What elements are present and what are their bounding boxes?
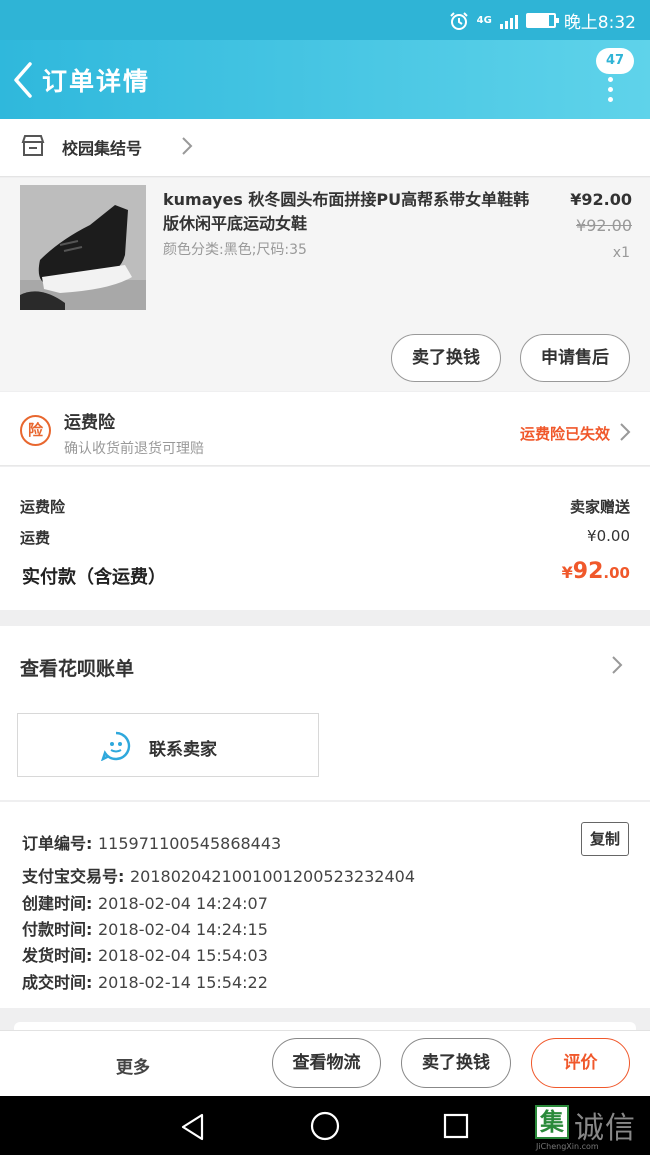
after-sale-button[interactable]: 申请售后 [520, 334, 630, 382]
contact-seller-button[interactable]: 联系卖家 [17, 713, 319, 777]
insurance-subtitle: 确认收货前退货可理赔 [64, 441, 204, 457]
watermark-text: 诚信 [574, 1111, 636, 1146]
completed-time: 成交时间: 2018-02-14 15:54:22 [22, 969, 268, 993]
network-label: 4G [476, 15, 492, 26]
more-menu-icon[interactable] [608, 77, 614, 107]
copy-order-number-button[interactable]: 复制 [581, 822, 629, 856]
section-divider [0, 1008, 650, 1032]
back-icon[interactable] [10, 60, 36, 100]
clock: 晚上8:32 [563, 13, 636, 33]
more-button[interactable]: 更多 [116, 1053, 150, 1078]
info-key: 订单编号: [22, 834, 98, 853]
chevron-right-icon [182, 137, 193, 155]
watermark-url: JiChengXin.com [536, 1142, 599, 1151]
info-key: 付款时间: [22, 920, 98, 939]
fee-summary: 运费险 卖家赠送 运费 ¥0.00 实付款（含运费） ¥92.00 [0, 467, 650, 610]
info-key: 支付宝交易号: [22, 867, 130, 886]
signal-icon [499, 13, 518, 29]
product-card[interactable]: kumayes 秋冬圆头布面拼接PU高帮系带女单鞋韩版休闲平底运动女鞋 颜色分类… [0, 178, 650, 391]
info-value: 2018020421001001200523232404 [129, 867, 416, 886]
nav-back-icon[interactable] [178, 1112, 208, 1142]
chat-icon [101, 731, 131, 761]
store-row[interactable]: 校园集结号 [0, 119, 650, 177]
product-title[interactable]: kumayes 秋冬圆头布面拼接PU高帮系带女单鞋韩版休闲平底运动女鞋 [163, 188, 543, 236]
product-quantity: x1 [612, 245, 630, 261]
message-badge[interactable]: 47 [596, 48, 634, 74]
bottom-action-bar: 更多 查看物流 卖了换钱 评价 [0, 1030, 650, 1096]
insurance-fee-label: 运费险 [20, 498, 66, 516]
header: 订单详情 47 [0, 40, 650, 119]
product-sku: 颜色分类:黑色;尺码:35 [163, 242, 307, 258]
chevron-right-icon [620, 423, 631, 441]
shipping-fee-label: 运费 [20, 529, 51, 547]
battery-icon [525, 13, 559, 28]
system-nav-bar: 集 诚信 JiChengXin.com [0, 1096, 650, 1155]
rate-button[interactable]: 评价 [531, 1038, 630, 1088]
shipping-insurance-row[interactable]: 险 运费险 确认收货前退货可理赔 运费险已失效 [0, 392, 650, 466]
insurance-status: 运费险已失效 [519, 425, 610, 443]
shipped-time: 发货时间: 2018-02-04 15:54:03 [22, 942, 268, 966]
alarm-icon [449, 11, 468, 30]
info-key: 发货时间: [22, 946, 98, 965]
store-icon [21, 135, 45, 156]
nav-recents-icon[interactable] [442, 1112, 470, 1140]
resell-bottom-button[interactable]: 卖了换钱 [401, 1038, 511, 1088]
chevron-right-icon[interactable] [610, 654, 624, 676]
store-name: 校园集结号 [62, 139, 143, 158]
product-image[interactable] [20, 185, 146, 310]
view-logistics-button[interactable]: 查看物流 [272, 1038, 381, 1088]
insurance-title: 运费险 [64, 413, 115, 433]
shipping-fee-value: ¥0.00 [587, 527, 630, 545]
info-value: 2018-02-14 15:54:22 [97, 973, 268, 992]
insurance-icon: 险 [20, 415, 51, 446]
product-price: ¥92.00 [570, 190, 632, 209]
resell-button[interactable]: 卖了换钱 [391, 334, 501, 382]
paid-time: 付款时间: 2018-02-04 14:24:15 [22, 916, 268, 940]
contact-seller-label: 联系卖家 [149, 740, 217, 760]
info-value: 2018-02-04 15:54:03 [97, 946, 268, 965]
huabei-section: 查看花呗账单 联系卖家 [0, 626, 650, 800]
huabei-bill-link[interactable]: 查看花呗账单 [20, 654, 134, 681]
created-time: 创建时间: 2018-02-04 14:24:07 [22, 890, 268, 914]
total-label: 实付款（含运费） [22, 567, 166, 588]
info-value: 115971100545868443 [97, 834, 282, 853]
info-value: 2018-02-04 14:24:15 [97, 920, 268, 939]
total-amount: ¥92.00 [562, 559, 630, 584]
info-key: 成交时间: [22, 973, 98, 992]
total-integer: 92 [572, 559, 604, 584]
status-bar: 4G 晚上8:32 [0, 0, 650, 40]
product-original-price: ¥92.00 [576, 216, 632, 235]
order-number: 订单编号: 115971100545868443 [22, 830, 281, 854]
watermark-mark: 集 [535, 1105, 569, 1139]
insurance-fee-value: 卖家赠送 [569, 498, 630, 516]
order-info: 订单编号: 115971100545868443 支付宝交易号: 2018020… [0, 802, 650, 1008]
info-value: 2018-02-04 14:24:07 [97, 894, 268, 913]
page-title: 订单详情 [42, 67, 151, 96]
watermark-logo: 集 诚信 JiChengXin.com [532, 1101, 648, 1151]
nav-home-icon[interactable] [309, 1110, 341, 1142]
alipay-trade-number: 支付宝交易号: 2018020421001001200523232404 [22, 863, 415, 887]
total-currency: ¥ [561, 563, 573, 582]
info-key: 创建时间: [22, 894, 98, 913]
total-decimal: .00 [603, 564, 630, 582]
